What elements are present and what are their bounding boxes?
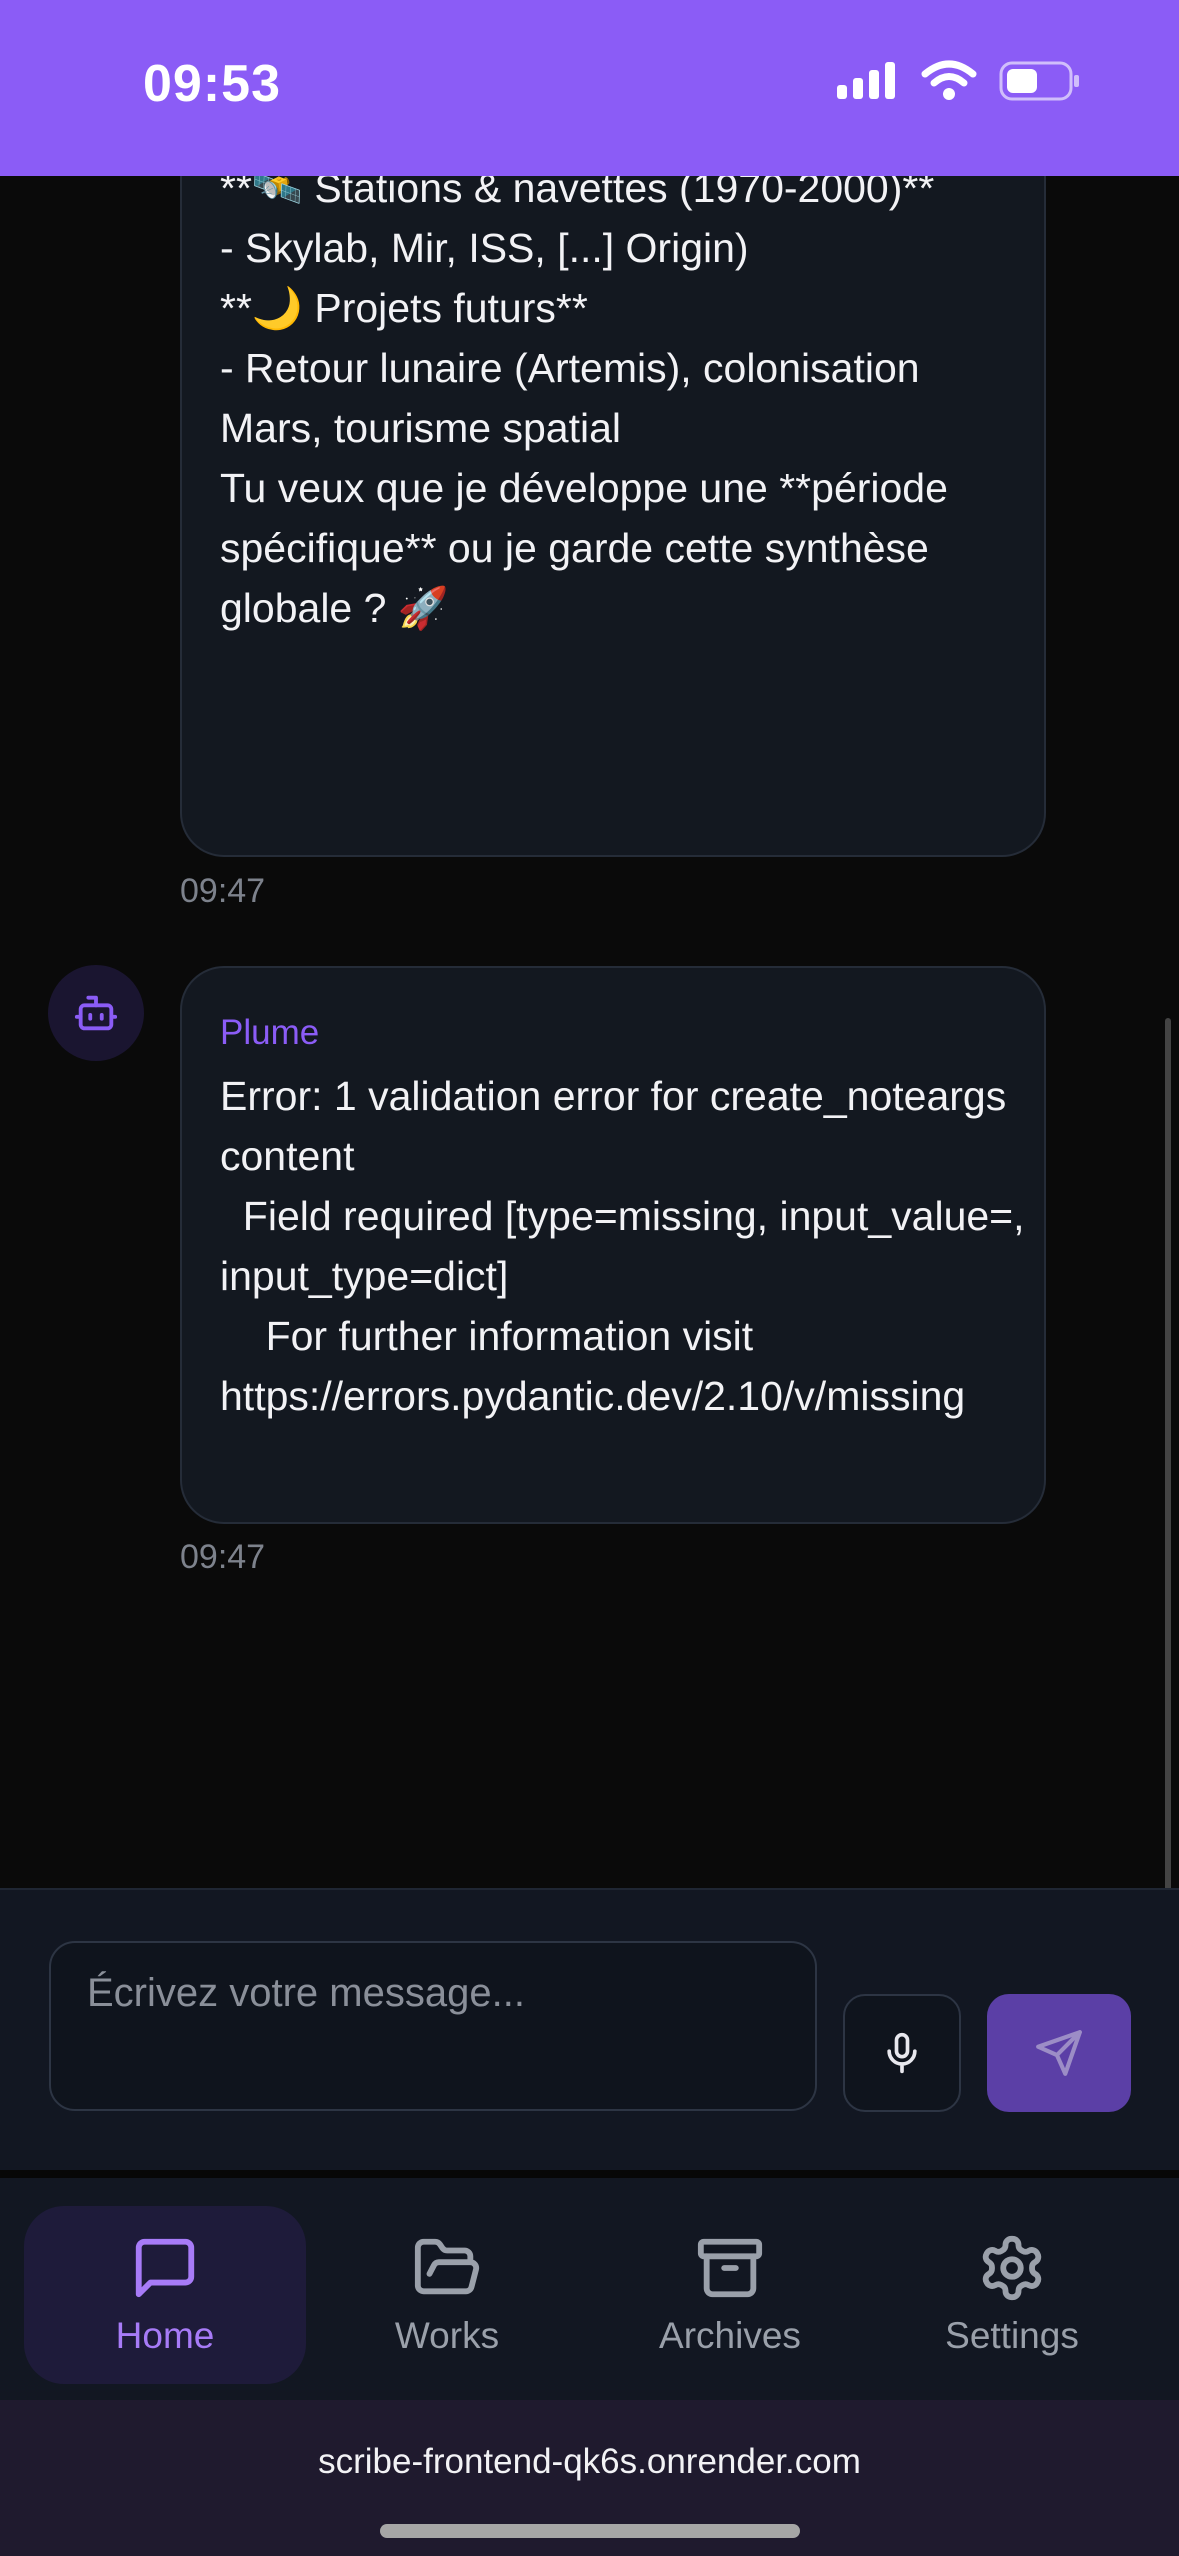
send-icon — [1036, 2030, 1082, 2076]
gear-icon — [982, 2235, 1042, 2301]
cellular-signal-icon — [837, 62, 895, 99]
message-timestamp: 09:47 — [180, 1538, 266, 1576]
chat-thread[interactable]: **🛰️ Stations & navettes (1970-2000)** -… — [0, 0, 1179, 1888]
message-line: content — [220, 1133, 355, 1179]
status-time: 09:53 — [143, 55, 281, 113]
bottom-nav: Home Works Archives Settings — [0, 2170, 1179, 2408]
message-line: Tu veux que je développe une **période s… — [220, 465, 960, 631]
url-text[interactable]: scribe-frontend-qk6s.onrender.com — [0, 2442, 1179, 2482]
microphone-icon — [887, 2032, 917, 2074]
chat-bubble-icon — [135, 2238, 195, 2298]
browser-address-bar[interactable]: scribe-frontend-qk6s.onrender.com — [0, 2400, 1179, 2556]
nav-label: Home — [115, 2315, 215, 2356]
nav-works[interactable]: Works — [306, 2206, 588, 2384]
message-line: - Skylab, Mir, ISS, [...] Origin) — [220, 225, 749, 271]
status-icons — [837, 60, 1081, 102]
message-line: **🌙 Projets futurs** — [220, 285, 588, 331]
message-line: For further information visit https://er… — [220, 1313, 966, 1419]
nav-archives[interactable]: Archives — [589, 2206, 871, 2384]
message-bubble: Plume Error: 1 validation error for crea… — [180, 966, 1046, 1524]
message-bubble: **🛰️ Stations & navettes (1970-2000)** -… — [180, 70, 1046, 857]
message-line: - Retour lunaire (Artemis), colonisation… — [220, 345, 931, 451]
nav-home[interactable]: Home — [24, 2206, 306, 2384]
composer — [0, 1888, 1179, 2172]
folder-open-icon — [414, 2238, 480, 2295]
battery-icon — [999, 61, 1079, 101]
status-bar: 09:53 — [0, 0, 1179, 176]
nav-settings[interactable]: Settings — [871, 2206, 1153, 2384]
sender-name: Plume — [220, 1013, 320, 1052]
nav-label: Works — [394, 2315, 500, 2356]
message-input[interactable] — [49, 1941, 817, 2111]
send-button[interactable] — [987, 1994, 1131, 2112]
message-line: Error: 1 validation error for create_not… — [220, 1073, 1007, 1119]
robot-icon — [74, 995, 118, 1031]
nav-label: Archives — [659, 2315, 801, 2356]
archive-box-icon — [697, 2238, 763, 2298]
message-timestamp: 09:47 — [180, 872, 266, 910]
bot-avatar — [48, 965, 144, 1061]
home-indicator[interactable] — [380, 2524, 800, 2538]
message-line: Field required [type=missing, input_valu… — [220, 1193, 1036, 1299]
wifi-icon — [921, 60, 977, 100]
nav-label: Settings — [945, 2315, 1079, 2356]
mic-button[interactable] — [843, 1994, 961, 2112]
